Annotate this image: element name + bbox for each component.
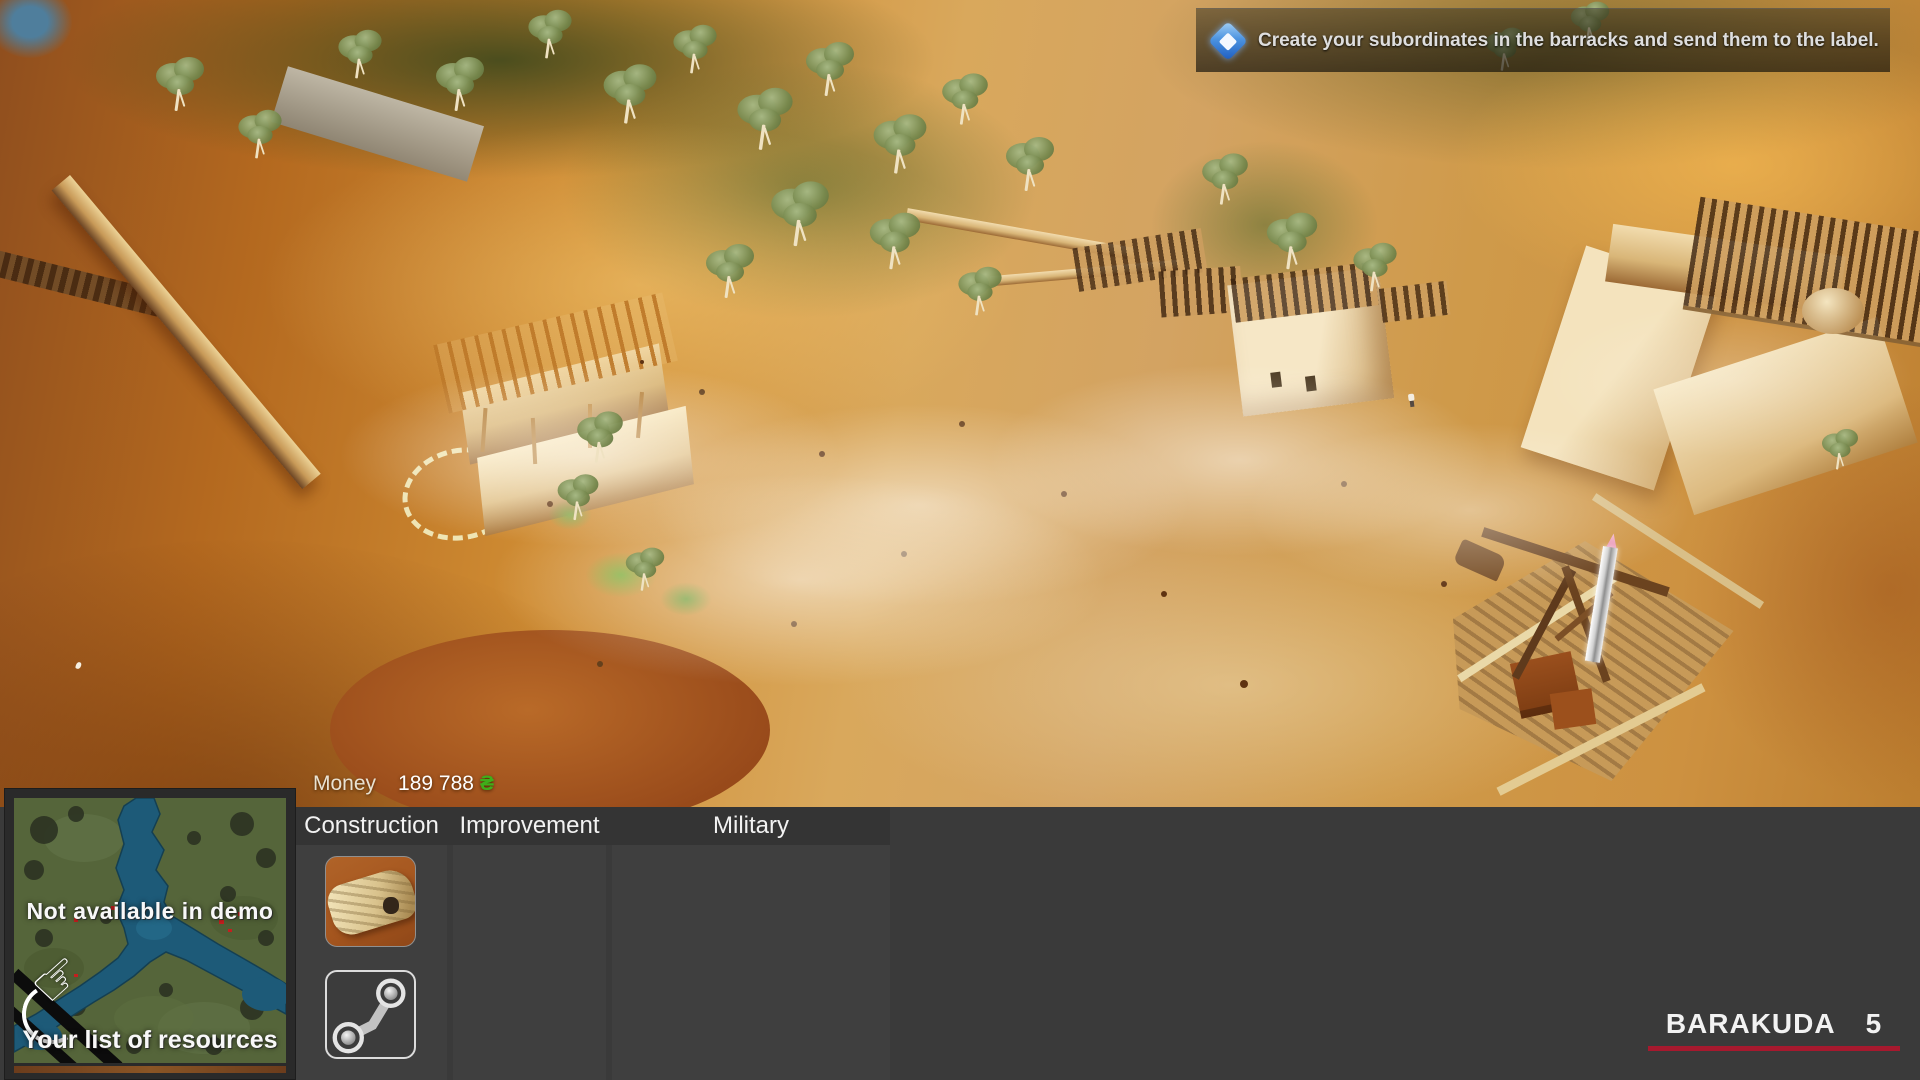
diamond-icon-core: [1219, 31, 1237, 49]
tree: [937, 72, 994, 129]
tree: [867, 112, 933, 178]
build-item-adobe-building[interactable]: [325, 856, 416, 947]
military-column: [612, 845, 890, 1080]
tree: [621, 546, 669, 594]
diamond-icon: [1208, 21, 1248, 61]
game-world[interactable]: [0, 0, 1920, 807]
construction-column: [296, 845, 447, 1080]
tree: [1818, 428, 1863, 473]
tab-bar: Construction Improvement Military: [296, 807, 890, 845]
tree: [430, 55, 490, 115]
tree: [572, 410, 629, 467]
player-label: BARAKUDA 5: [1648, 1008, 1900, 1040]
tree: [523, 8, 577, 62]
village-wall[interactable]: [52, 175, 321, 489]
water-patch: [0, 0, 72, 58]
steam-logo-icon: [327, 972, 414, 1057]
game-screen: Create your subordinates in the barracks…: [0, 0, 1920, 1080]
currency-icon: ₴: [480, 772, 494, 795]
steam-link-card[interactable]: [325, 970, 416, 1059]
minimap-bottom-strip: [14, 1066, 286, 1073]
tree: [597, 62, 663, 128]
tree: [1348, 241, 1402, 295]
tree: [700, 242, 760, 302]
player-name: BARAKUDA: [1666, 1008, 1836, 1040]
player-underline: [1648, 1046, 1900, 1051]
tree: [1000, 135, 1060, 195]
tutorial-banner: Create your subordinates in the barracks…: [1196, 8, 1890, 72]
tab-construction[interactable]: Construction: [296, 807, 447, 845]
tree: [668, 23, 722, 77]
improvement-column: [453, 845, 606, 1080]
money-value: 189 788: [398, 772, 474, 795]
minimap-caption: Your list of resources: [14, 1026, 286, 1055]
adobe-building-thumbnail: [325, 865, 416, 940]
minimap-demo-text: Not available in demo: [14, 898, 286, 925]
minimap[interactable]: Not available in demo ☞ Your list of res…: [4, 788, 296, 1080]
tab-improvement[interactable]: Improvement: [453, 807, 606, 845]
tree: [333, 28, 387, 82]
tree: [764, 179, 836, 251]
tree: [953, 265, 1007, 319]
crate: [1550, 688, 1597, 729]
tree: [1261, 211, 1324, 274]
money-display: Money 189 788 ₴: [313, 772, 494, 796]
tree: [731, 86, 800, 155]
building-doorway: [383, 897, 399, 914]
fog-patch: [1540, 300, 1920, 460]
bird: [75, 661, 82, 669]
money-label: Money: [313, 772, 376, 795]
tree: [150, 55, 210, 115]
tree: [1197, 152, 1254, 209]
tutorial-text: Create your subordinates in the barracks…: [1258, 30, 1879, 52]
tree: [553, 473, 604, 524]
tree: [233, 108, 287, 162]
tab-military[interactable]: Military: [612, 807, 890, 845]
player-count: 5: [1866, 1008, 1883, 1040]
minimap-map[interactable]: Not available in demo ☞ Your list of res…: [14, 798, 286, 1063]
tree: [864, 211, 927, 274]
tree: [800, 40, 860, 100]
